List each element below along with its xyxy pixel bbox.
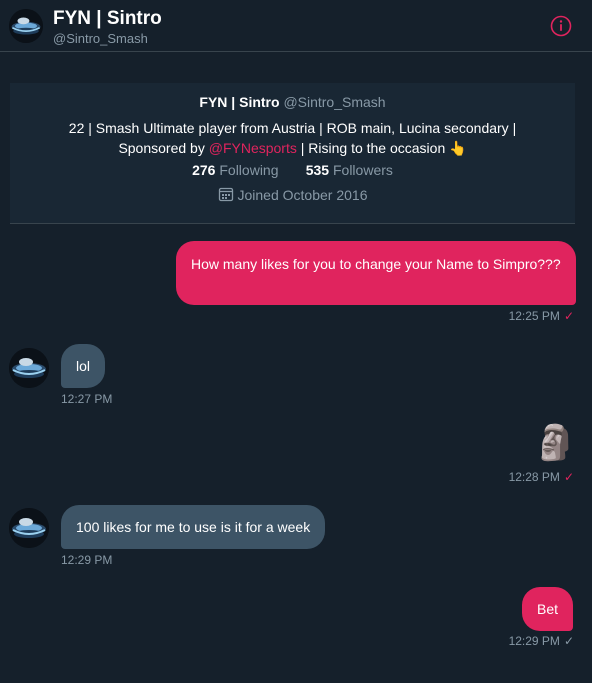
message-timestamp: 12:28 PM ✓ bbox=[509, 470, 574, 484]
timestamp-text: 12:29 PM bbox=[508, 634, 560, 648]
message-text: 100 likes for me to use is it for a week bbox=[76, 519, 311, 535]
timestamp-text: 12:29 PM bbox=[61, 553, 113, 567]
joined-text: Joined October 2016 bbox=[237, 187, 368, 203]
bio-text-tail: | Rising to the occasion 👆 bbox=[296, 140, 467, 156]
bio-text: Sponsored by bbox=[118, 140, 209, 156]
message-timestamp: 12:25 PM ✓ bbox=[509, 309, 574, 323]
check-icon: ✓ bbox=[563, 309, 574, 323]
message-timestamp: 12:27 PM bbox=[61, 392, 112, 406]
profile-joined: Joined October 2016 bbox=[10, 186, 575, 205]
message-timestamp: 12:29 PM bbox=[61, 553, 112, 567]
message-bubble-outgoing[interactable]: How many likes for you to change your Na… bbox=[176, 241, 576, 305]
profile-bio: 22 | Smash Ultimate player from Austria … bbox=[30, 118, 555, 158]
followers-stat[interactable]: 535 Followers bbox=[306, 162, 393, 178]
header-title: FYN | Sintro bbox=[53, 8, 162, 29]
timestamp-text: 12:28 PM bbox=[508, 470, 560, 484]
check-icon: ✓ bbox=[563, 470, 574, 484]
message-text: lol bbox=[76, 358, 91, 374]
profile-name: FYN | Sintro bbox=[199, 94, 280, 110]
followers-count: 535 bbox=[305, 162, 330, 178]
sponsor-link[interactable]: @FYNesports bbox=[209, 140, 297, 156]
header-handle: @Sintro_Smash bbox=[53, 31, 148, 46]
sender-avatar[interactable] bbox=[9, 348, 49, 388]
check-icon: ✓ bbox=[563, 634, 574, 648]
profile-stats: 276 Following 535 Followers bbox=[10, 162, 575, 178]
timestamp-text: 12:25 PM bbox=[508, 309, 560, 323]
message-text: Bet bbox=[537, 601, 559, 617]
profile-handle: @Sintro_Smash bbox=[283, 94, 386, 110]
timestamp-text: 12:27 PM bbox=[61, 392, 113, 406]
profile-bio-line1: 22 | Smash Ultimate player from Austria … bbox=[68, 120, 517, 136]
message-emoji[interactable]: 🗿 bbox=[534, 421, 577, 465]
calendar-icon bbox=[218, 186, 234, 205]
following-count: 276 bbox=[192, 162, 216, 178]
profile-bio-line2: Sponsored by @FYNesports | Rising to the… bbox=[30, 138, 555, 158]
message-bubble-outgoing[interactable]: Bet bbox=[522, 587, 574, 631]
info-icon[interactable] bbox=[549, 14, 573, 38]
profile-card[interactable]: FYN | Sintro @Sintro_Smash 22 | Smash Ul… bbox=[10, 83, 575, 224]
followers-label: Followers bbox=[332, 162, 393, 178]
sender-avatar[interactable] bbox=[9, 508, 49, 548]
message-bubble-incoming[interactable]: lol bbox=[61, 344, 106, 388]
message-timestamp: 12:29 PM ✓ bbox=[509, 634, 574, 648]
following-stat[interactable]: 276 Following bbox=[192, 162, 278, 178]
message-text: How many likes for you to change your Na… bbox=[191, 256, 561, 272]
header-avatar[interactable] bbox=[9, 9, 43, 43]
moai-emoji: 🗿 bbox=[534, 424, 577, 462]
profile-name-line: FYN | Sintro @Sintro_Smash bbox=[10, 94, 575, 110]
message-bubble-incoming[interactable]: 100 likes for me to use is it for a week bbox=[61, 505, 326, 549]
conversation-header: FYN | Sintro @Sintro_Smash bbox=[0, 0, 592, 52]
following-label: Following bbox=[219, 162, 279, 178]
